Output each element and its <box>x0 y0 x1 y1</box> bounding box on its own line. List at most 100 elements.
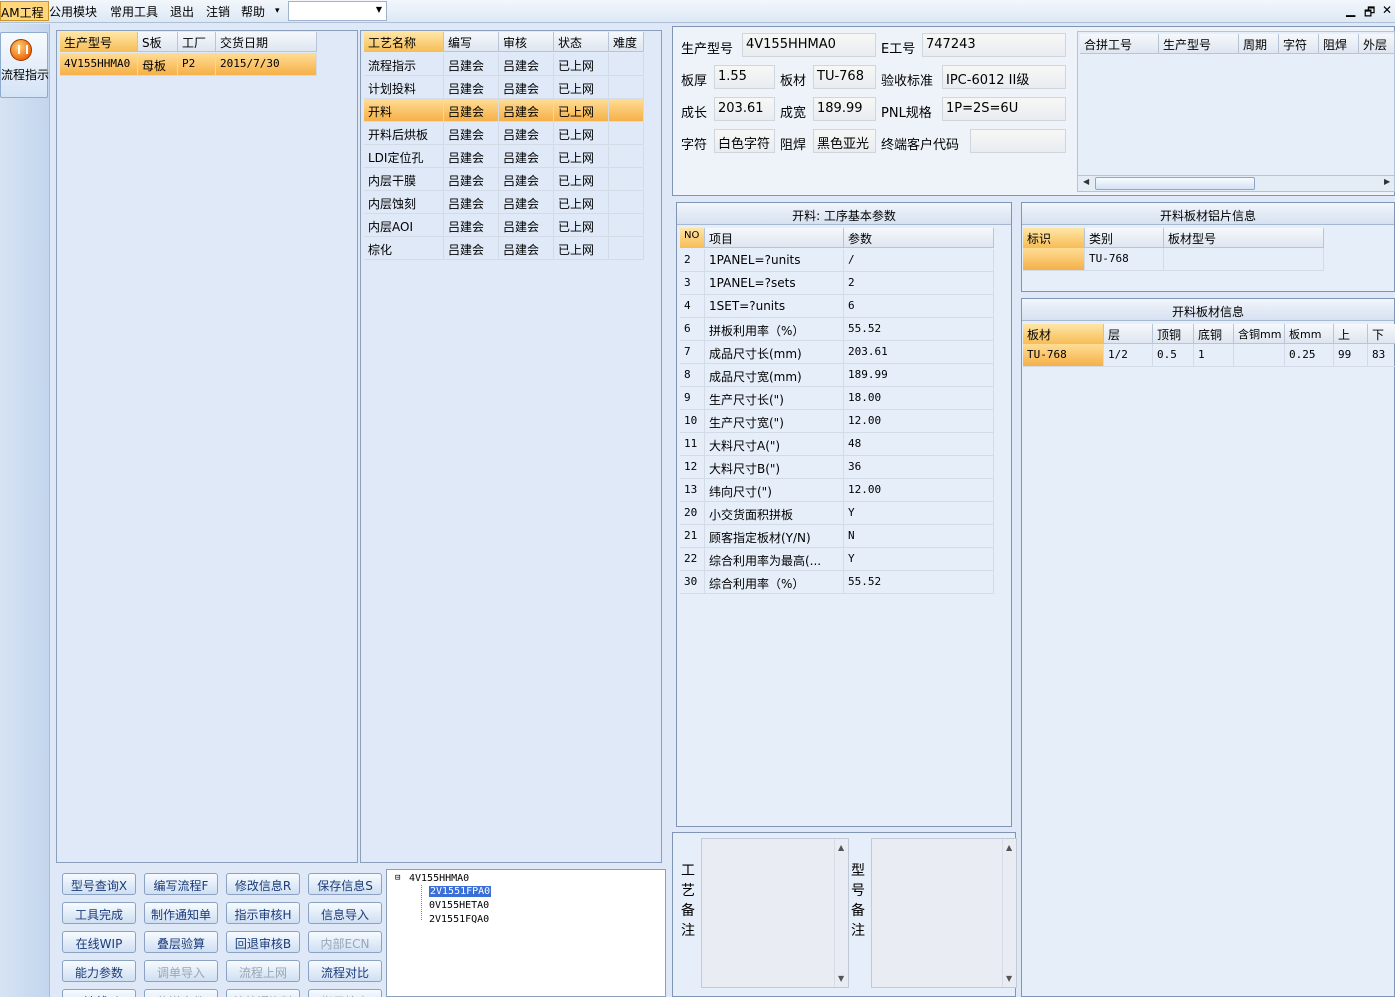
pnl-field[interactable]: 1P=2S=6U <box>942 97 1066 121</box>
flow-indication-button[interactable]: 流程指示 <box>0 32 49 98</box>
table-cell: 2 <box>844 272 994 295</box>
col-header-material-model[interactable]: 板材型号 <box>1164 228 1324 248</box>
col-header-status[interactable]: 状态 <box>554 32 609 52</box>
col-header-writer[interactable]: 编写 <box>444 32 499 52</box>
scroll-up-icon[interactable]: ▲ <box>1006 843 1012 852</box>
action-button[interactable]: 编写流程F <box>144 873 218 895</box>
scroll-right-icon[interactable]: ▶ <box>1384 177 1390 186</box>
eno-field[interactable]: 747243 <box>922 33 1066 57</box>
parts-panel: 生产型号 S板 工厂 交货日期 4V155HHMA0 母板 P2 2015/7/… <box>56 30 358 863</box>
menu-dropdown[interactable]: ▼ <box>288 1 387 21</box>
action-button[interactable]: 流程对比 <box>308 960 382 982</box>
action-button[interactable]: 工具完成 <box>62 902 136 924</box>
table-cell: 已上网 <box>554 237 609 260</box>
col-header-item[interactable]: 项目 <box>705 228 844 248</box>
model-field[interactable]: 4V155HHMA0 <box>742 33 876 57</box>
model-remark-label: 型号备注 <box>850 861 866 941</box>
col-header-flag[interactable]: 标识 <box>1023 228 1085 248</box>
menu-public-module[interactable]: 公用模块 <box>49 3 97 20</box>
action-button[interactable]: 传送文件 <box>144 989 218 997</box>
scroll-down-icon[interactable]: ▼ <box>838 974 844 983</box>
col-header-mask[interactable]: 阻焊 <box>1319 34 1359 54</box>
action-button[interactable]: 编外调资料 <box>226 989 300 997</box>
scroll-down-icon[interactable]: ▼ <box>1006 974 1012 983</box>
tree-child-node[interactable]: 2V1551FPA0 <box>429 886 492 897</box>
col-header-board-mm[interactable]: 板mm <box>1285 324 1334 344</box>
action-button[interactable]: 叠层验算 <box>144 931 218 953</box>
col-header-merge-no[interactable]: 合拼工号 <box>1080 34 1159 54</box>
col-header-process-name[interactable]: 工艺名称 <box>364 32 444 52</box>
col-header-layer[interactable]: 层 <box>1104 324 1153 344</box>
standard-field[interactable]: IPC-6012 II级 <box>942 65 1066 89</box>
customer-field[interactable] <box>970 129 1066 153</box>
col-header-no[interactable]: NO <box>680 228 705 248</box>
dropdown-chevron-icon[interactable]: ▼ <box>376 5 382 14</box>
process-remark-textarea[interactable]: ▲ ▼ <box>701 838 849 988</box>
table-cell: 棕化 <box>364 237 444 260</box>
action-button[interactable]: 调单导入 <box>144 960 218 982</box>
material-field[interactable]: TU-768 <box>813 65 876 89</box>
tree-root-node[interactable]: 4V155HHMA0 <box>409 873 469 884</box>
table-cell: TU-768 <box>1023 344 1104 367</box>
col-header-copper-mm[interactable]: 含铜mm <box>1234 324 1285 344</box>
model-remark-textarea[interactable]: ▲ ▼ <box>871 838 1017 988</box>
minimize-icon[interactable]: ▁ <box>1346 3 1355 17</box>
tree-child-node[interactable]: 2V1551FQA0 <box>429 914 489 925</box>
col-header-category[interactable]: 类别 <box>1085 228 1164 248</box>
model-remark-scrollbar[interactable]: ▲ ▼ <box>1002 839 1016 987</box>
menu-logout[interactable]: 注销 <box>206 3 230 20</box>
col-header-model[interactable]: 生产型号 <box>60 32 138 52</box>
action-button[interactable]: TD淡线2bS <box>62 989 136 997</box>
action-button[interactable]: 在线WIP <box>62 931 136 953</box>
col-header-down[interactable]: 下 <box>1368 324 1395 344</box>
char-field[interactable]: 白色字符 <box>714 129 775 153</box>
thickness-field[interactable]: 1.55 <box>714 65 775 89</box>
length-field[interactable]: 203.61 <box>714 97 775 121</box>
action-button[interactable]: 保存信息S <box>308 873 382 895</box>
table-cell <box>609 191 644 214</box>
col-header-s-board[interactable]: S板 <box>138 32 178 52</box>
menu-exit[interactable]: 退出 <box>170 3 194 20</box>
action-button[interactable]: 修改信息R <box>226 873 300 895</box>
scroll-left-icon[interactable]: ◀ <box>1083 177 1089 186</box>
col-header-factory[interactable]: 工厂 <box>178 32 216 52</box>
action-button[interactable]: 内部ECN <box>308 931 382 953</box>
tree-collapse-icon[interactable]: ⊟ <box>395 873 400 883</box>
restore-icon[interactable]: 🗗 <box>1364 3 1375 24</box>
col-header-difficulty[interactable]: 难度 <box>609 32 644 52</box>
action-button[interactable]: 制作通知单 <box>144 902 218 924</box>
col-header-param[interactable]: 参数 <box>844 228 994 248</box>
scroll-thumb[interactable] <box>1095 177 1255 190</box>
process-remark-scrollbar[interactable]: ▲ ▼ <box>834 839 848 987</box>
action-button[interactable]: 指示审核H <box>226 902 300 924</box>
merge-table-hscrollbar[interactable]: ◀ ▶ <box>1078 175 1394 191</box>
col-header-model[interactable]: 生产型号 <box>1159 34 1239 54</box>
menu-help[interactable]: 帮助 <box>241 3 265 20</box>
scroll-up-icon[interactable]: ▲ <box>838 843 844 852</box>
menu-am-engineering[interactable]: AM工程 <box>0 1 49 21</box>
tree-child-node[interactable]: 0V155HETA0 <box>429 900 489 911</box>
col-header-reviewer[interactable]: 审核 <box>499 32 554 52</box>
mask-field[interactable]: 黑色亚光 <box>813 129 876 153</box>
col-header-board[interactable]: 板材 <box>1023 324 1104 344</box>
col-header-delivery-date[interactable]: 交货日期 <box>216 32 317 52</box>
action-button[interactable]: 型号查询X <box>62 873 136 895</box>
help-chevron-icon[interactable]: ▾ <box>275 6 280 16</box>
width-field[interactable]: 189.99 <box>813 97 876 121</box>
action-button[interactable]: 指示检查 <box>308 989 382 997</box>
col-header-char[interactable]: 字符 <box>1279 34 1319 54</box>
col-header-bottom-copper[interactable]: 底铜 <box>1194 324 1234 344</box>
table-cell: 13 <box>680 479 705 502</box>
table-cell <box>609 214 644 237</box>
action-button[interactable]: 信息导入 <box>308 902 382 924</box>
close-icon[interactable]: ✕ <box>1382 3 1392 17</box>
action-button[interactable]: 能力参数 <box>62 960 136 982</box>
table-cell: 9 <box>680 387 705 410</box>
action-button[interactable]: 回退审核B <box>226 931 300 953</box>
col-header-outer[interactable]: 外层 <box>1359 34 1394 54</box>
menu-common-tools[interactable]: 常用工具 <box>110 3 158 20</box>
col-header-top-copper[interactable]: 顶铜 <box>1153 324 1194 344</box>
col-header-up[interactable]: 上 <box>1334 324 1368 344</box>
col-header-cycle[interactable]: 周期 <box>1239 34 1279 54</box>
action-button[interactable]: 流程上网 <box>226 960 300 982</box>
